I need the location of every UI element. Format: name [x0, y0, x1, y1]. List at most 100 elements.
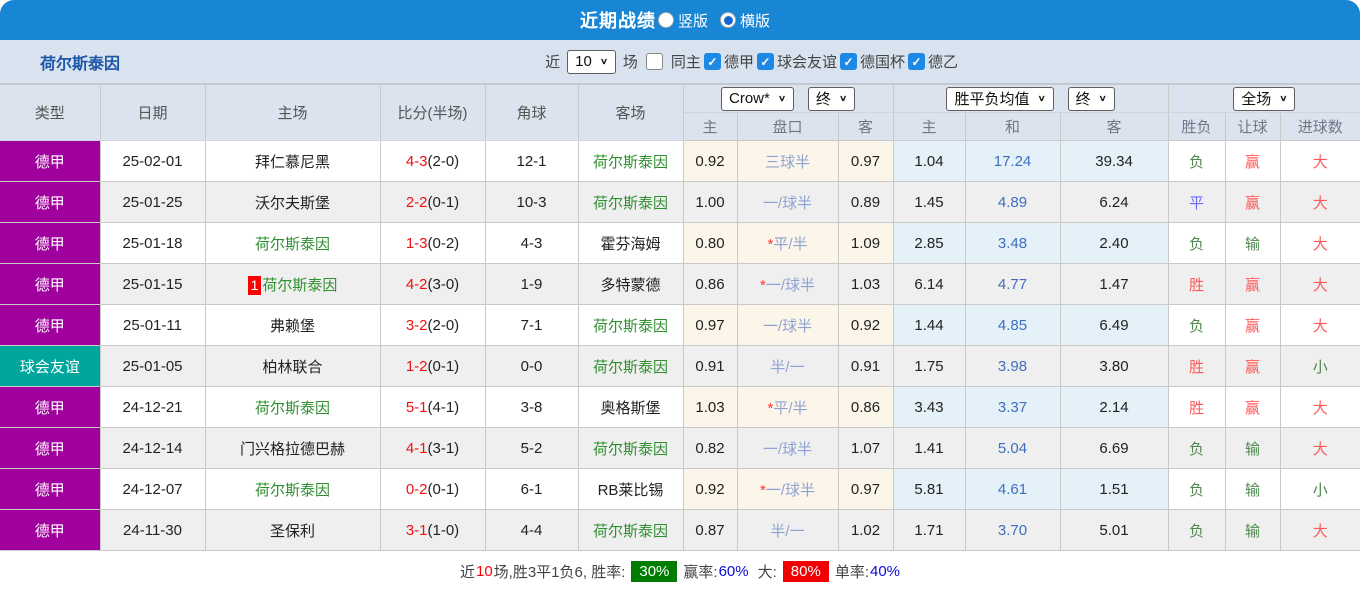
- table-row: 德甲 25-01-25 沃尔夫斯堡 2-2(0-1) 10-3 荷尔斯泰因 1.…: [0, 181, 1360, 223]
- half-time-score: (0-1): [427, 357, 460, 375]
- avg-away-odds: 5.01: [1059, 509, 1169, 551]
- table-body: 德甲 25-02-01 拜仁慕尼黑 4-3(2-0) 12-1 荷尔斯泰因 0.…: [0, 140, 1360, 551]
- win-draw-loss-result: 负: [1167, 304, 1226, 346]
- home-odds: 0.97: [682, 304, 738, 346]
- home-odds: 0.87: [682, 509, 738, 551]
- filter-bar: 荷尔斯泰因 近 10 ∨ 场 同主 ✓ 德甲 ✓ 球会友谊 ✓ 德国杯 ✓ 德乙: [0, 40, 1360, 84]
- avg-away-odds: 6.49: [1059, 304, 1169, 346]
- avg-home-odds: 1.75: [892, 345, 966, 387]
- avg-draw-odds: 5.04: [964, 427, 1061, 469]
- home-team-name: 拜仁慕尼黑: [254, 153, 330, 171]
- results-table: 类型 日期 主场 比分(半场) 角球 客场 Crow* ∨ 终 ∨ 胜平负均值 …: [0, 84, 1360, 551]
- league-tag: 德甲: [0, 509, 101, 551]
- away-odds: 0.89: [837, 181, 894, 223]
- league-tag: 德甲: [0, 140, 101, 182]
- league-checkbox-bundesliga2[interactable]: ✓: [907, 53, 925, 70]
- home-team-name: 荷尔斯泰因: [262, 276, 338, 294]
- avg-draw-odds: 4.89: [964, 181, 1061, 223]
- chevron-down-icon: ∨: [1098, 94, 1107, 104]
- full-time-score: 4-3: [405, 152, 428, 170]
- score-cell: 4-2(3-0): [379, 263, 486, 305]
- match-date: 24-12-14: [99, 427, 206, 469]
- home-odds: 0.86: [682, 263, 738, 305]
- match-date: 25-01-25: [99, 181, 206, 223]
- league-tag: 德甲: [0, 427, 101, 469]
- bookmaker-time-select[interactable]: 终 ∨: [807, 86, 855, 111]
- avg-home-odds: 1.41: [892, 427, 966, 469]
- full-time-score: 3-1: [405, 521, 428, 539]
- home-team-name: 荷尔斯泰因: [254, 399, 330, 417]
- corner-score: 0-0: [484, 345, 579, 387]
- chevron-down-icon: ∨: [599, 57, 608, 67]
- check-icon: ✓: [843, 54, 854, 69]
- chevron-down-icon: ∨: [838, 94, 847, 104]
- summary-prefix: 近: [459, 564, 475, 581]
- full-time-score: 1-3: [405, 234, 428, 252]
- same-home-checkbox[interactable]: [645, 53, 663, 70]
- goals-result: 大: [1279, 509, 1360, 551]
- league-checkbox-dfb-cup[interactable]: ✓: [839, 53, 857, 70]
- home-team: 拜仁慕尼黑: [204, 140, 381, 182]
- league-checkbox-friendly[interactable]: ✓: [756, 53, 774, 70]
- corner-score: 10-3: [484, 181, 579, 223]
- away-odds: 1.03: [837, 263, 894, 305]
- league-label-bundesliga2[interactable]: 德乙: [928, 51, 958, 72]
- table-row: 德甲 25-02-01 拜仁慕尼黑 4-3(2-0) 12-1 荷尔斯泰因 0.…: [0, 140, 1360, 182]
- sub-header-away-odds: 客: [837, 112, 894, 141]
- handicap-result: 输: [1224, 222, 1281, 264]
- avg-away-odds: 2.14: [1059, 386, 1169, 428]
- match-date: 25-01-11: [99, 304, 206, 346]
- score-cell: 4-1(3-1): [379, 427, 486, 469]
- away-team: 荷尔斯泰因: [577, 509, 684, 551]
- away-odds: 0.97: [837, 468, 894, 510]
- match-date: 25-01-15: [99, 263, 206, 305]
- away-team: 荷尔斯泰因: [577, 140, 684, 182]
- big-rate-label: 大:: [757, 564, 777, 581]
- goals-result: 大: [1279, 222, 1360, 264]
- score-cell: 5-1(4-1): [379, 386, 486, 428]
- full-time-score: 5-1: [405, 398, 428, 416]
- handicap-result: 输: [1224, 468, 1281, 510]
- summary-text: 场,胜3平1负6, 胜率:: [493, 564, 626, 581]
- check-icon: ✓: [707, 54, 718, 69]
- league-checkbox-bundesliga[interactable]: ✓: [703, 53, 721, 70]
- horizontal-layout-label[interactable]: 横版: [740, 10, 770, 31]
- corner-score: 4-4: [484, 509, 579, 551]
- league-label-dfb-cup[interactable]: 德国杯: [860, 51, 905, 72]
- away-team-name: 荷尔斯泰因: [592, 317, 668, 335]
- summary-count: 10: [475, 563, 493, 580]
- match-scope-select[interactable]: 全场 ∨: [1233, 86, 1296, 111]
- avg-away-odds: 1.47: [1059, 263, 1169, 305]
- half-time-score: (1-0): [427, 521, 460, 539]
- win-draw-loss-result: 负: [1167, 509, 1226, 551]
- away-team-name: 多特蒙德: [600, 276, 661, 294]
- vertical-layout-label[interactable]: 竖版: [678, 10, 708, 31]
- handicap-line: *一/球半: [736, 263, 839, 305]
- away-team-name: 荷尔斯泰因: [592, 153, 668, 171]
- league-label-friendly[interactable]: 球会友谊: [777, 51, 837, 72]
- same-home-label[interactable]: 同主: [671, 51, 701, 72]
- col-header-corner: 角球: [484, 84, 579, 141]
- recent-count-select[interactable]: 10 ∨: [567, 49, 616, 74]
- col-header-away: 客场: [577, 84, 684, 141]
- league-label-bundesliga[interactable]: 德甲: [724, 51, 754, 72]
- home-team: 门兴格拉德巴赫: [204, 427, 381, 469]
- corner-score: 12-1: [484, 140, 579, 182]
- half-time-score: (0-2): [427, 234, 460, 252]
- big-rate-badge: 80%: [782, 561, 829, 582]
- handicap-line: 一/球半: [736, 181, 839, 223]
- titlebar: 近期战绩 竖版 横版: [0, 0, 1360, 40]
- vertical-layout-radio[interactable]: [657, 12, 674, 28]
- horizontal-layout-radio[interactable]: [720, 12, 736, 28]
- away-odds: 1.09: [837, 222, 894, 264]
- home-odds: 0.91: [682, 345, 738, 387]
- avg-time-select[interactable]: 终 ∨: [1067, 86, 1115, 111]
- bookmaker-select[interactable]: Crow* ∨: [721, 86, 794, 111]
- single-rate-value: 40%: [869, 563, 901, 580]
- away-team: 奥格斯堡: [577, 386, 684, 428]
- away-odds: 0.92: [837, 304, 894, 346]
- away-odds: 0.97: [837, 140, 894, 182]
- score-cell: 4-3(2-0): [379, 140, 486, 182]
- avg-away-odds: 39.34: [1059, 140, 1169, 182]
- avg-odds-select[interactable]: 胜平负均值 ∨: [946, 86, 1054, 111]
